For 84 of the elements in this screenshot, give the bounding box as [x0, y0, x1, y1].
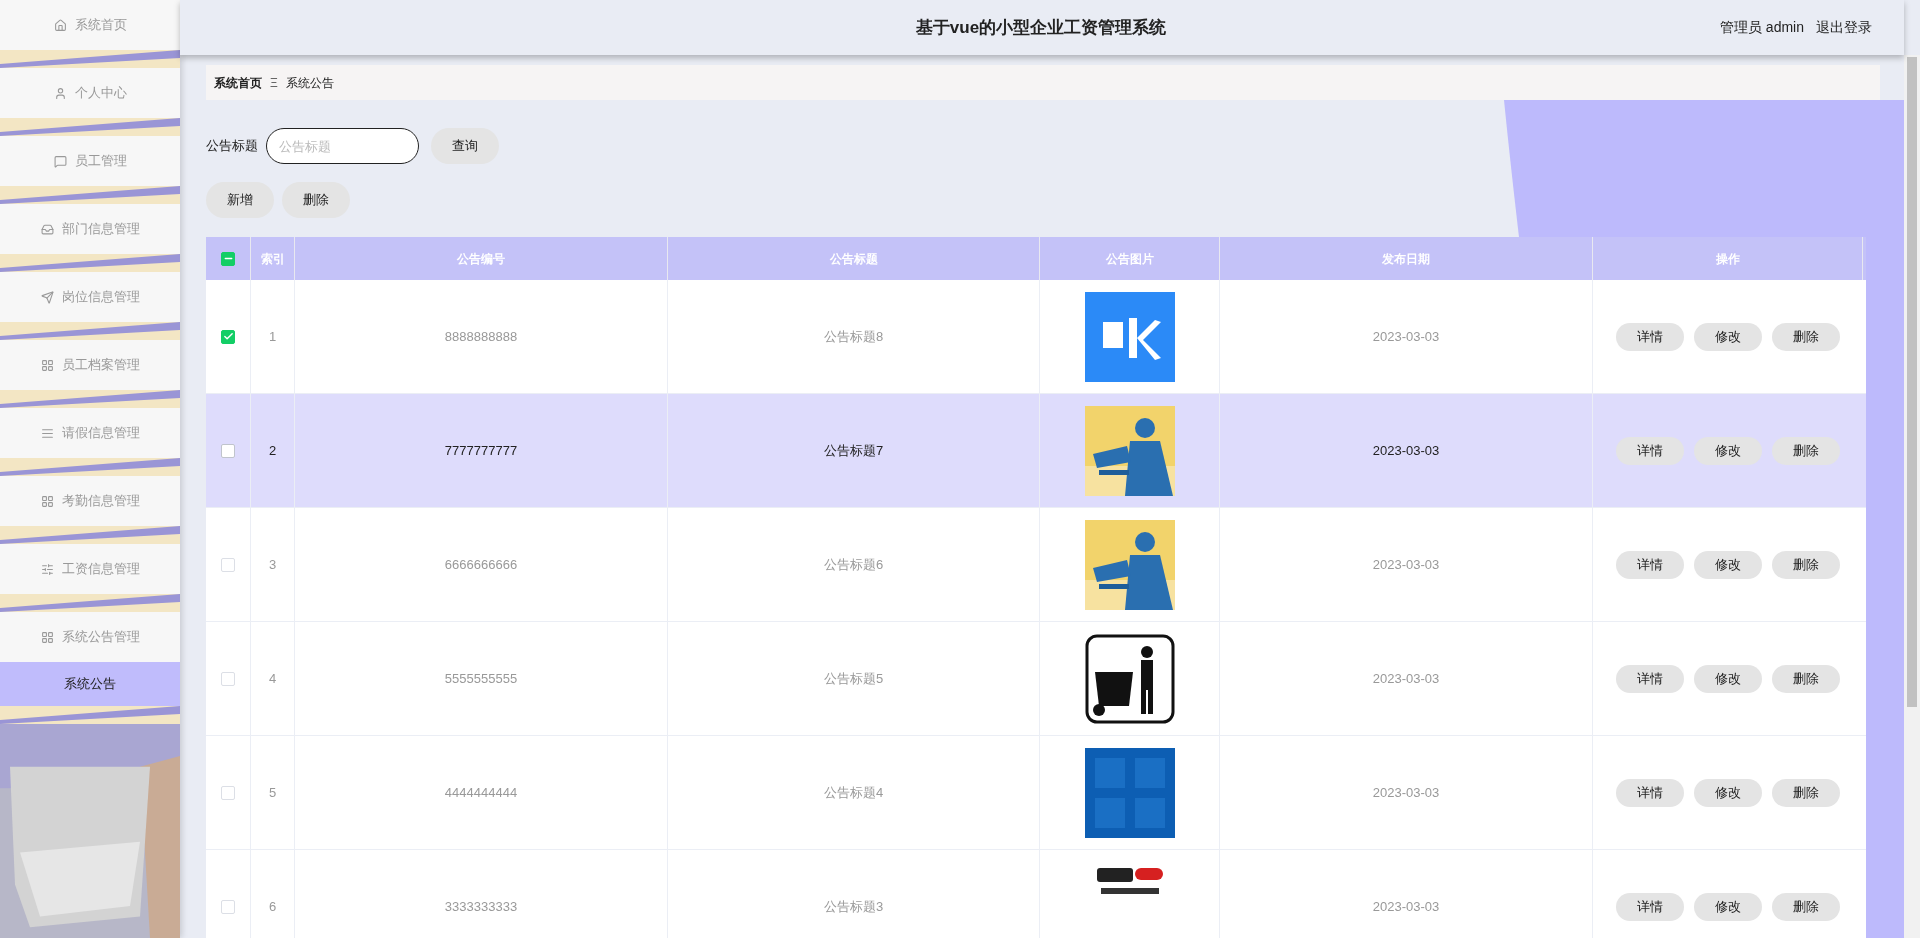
table-cell-text: 2 — [268, 441, 277, 460]
edit-button[interactable]: 修改 — [1694, 778, 1762, 807]
table-cell-text: 4 — [268, 669, 277, 688]
delete-button[interactable]: 删除 — [282, 182, 350, 218]
table-cell-text: 5555555555 — [444, 669, 518, 688]
table-cell-text: 公告标题5 — [823, 669, 884, 688]
table-cell-text: 1 — [268, 327, 277, 346]
table-cell-text: 7777777777 — [444, 441, 518, 460]
table-cell-text: 公告标题7 — [823, 441, 884, 460]
checkbox[interactable] — [221, 443, 235, 458]
edit-button[interactable]: 修改 — [1694, 550, 1762, 579]
table-cell-text: 2023-03-03 — [1372, 555, 1440, 574]
table-row[interactable]: 3 6666666666 公告标题6 2023-03-03 详情 修改 删除 — [206, 508, 1866, 622]
column-header: 公告编号 — [457, 250, 505, 268]
table-cell-text: 公告标题4 — [823, 783, 884, 802]
table-cell-text: 5 — [268, 783, 277, 802]
grid-icon — [40, 494, 54, 508]
paper-plane-icon — [40, 290, 54, 304]
delete-button[interactable]: 删除 — [1772, 664, 1840, 693]
table-row[interactable]: 5 4444444444 公告标题4 2023-03-03 详情 修改 删除 — [206, 736, 1866, 850]
delete-button[interactable]: 删除 — [1772, 892, 1840, 921]
details-button[interactable]: 详情 — [1616, 436, 1684, 465]
checkbox[interactable] — [221, 671, 235, 686]
checkbox[interactable] — [221, 557, 235, 572]
search-label: 公告标题 — [206, 137, 258, 156]
table-cell-text: 2023-03-03 — [1372, 897, 1440, 916]
table-row[interactable]: 2 7777777777 公告标题7 2023-03-03 详情 修改 删除 — [206, 394, 1866, 508]
delete-button[interactable]: 删除 — [1772, 550, 1840, 579]
breadcrumb-item[interactable]: 系统公告 — [285, 73, 334, 92]
table-cell-text: 8888888888 — [444, 327, 518, 346]
table-cell-text: 公告标题6 — [823, 555, 884, 574]
grid-icon — [40, 630, 54, 644]
table-cell-text: 4444444444 — [444, 783, 518, 802]
table-cell-text: 3 — [268, 555, 277, 574]
column-header: 公告图片 — [1105, 250, 1154, 268]
sliders-icon — [40, 562, 54, 576]
scrollbar[interactable] — [1904, 55, 1920, 938]
grid-icon — [40, 358, 54, 372]
edit-button[interactable]: 修改 — [1694, 322, 1762, 351]
details-button[interactable]: 详情 — [1616, 550, 1684, 579]
edit-button[interactable]: 修改 — [1694, 892, 1762, 921]
chat-icon — [53, 154, 67, 168]
delete-button[interactable]: 删除 — [1772, 778, 1840, 807]
details-button[interactable]: 详情 — [1616, 892, 1684, 921]
table-cell-text: 3333333333 — [444, 897, 518, 916]
table-cell-text: 2023-03-03 — [1372, 783, 1440, 802]
column-header: 操作 — [1715, 250, 1740, 268]
edit-button[interactable]: 修改 — [1694, 436, 1762, 465]
table-row[interactable]: 1 8888888888 公告标题8 2023-03-03 详情 修改 删除 — [206, 280, 1866, 394]
checkbox[interactable] — [221, 899, 235, 914]
table-cell-text: 2023-03-03 — [1372, 669, 1440, 688]
logout-link[interactable]: 退出登录 — [1816, 17, 1872, 38]
breadcrumb-item[interactable]: 系统首页 — [214, 73, 262, 92]
table-row[interactable]: 4 5555555555 公告标题5 2023-03-03 详情 修改 删除 — [206, 622, 1866, 736]
check-icon — [222, 331, 234, 342]
search-field[interactable]: 公告标题 — [266, 128, 419, 164]
breadcrumb-separator: Ξ — [270, 74, 278, 92]
checkbox[interactable] — [221, 785, 235, 800]
search-button[interactable]: 查询 — [431, 128, 499, 164]
details-button[interactable]: 详情 — [1616, 322, 1684, 351]
column-header: 公告标题 — [829, 250, 878, 268]
delete-button[interactable]: 删除 — [1772, 436, 1840, 465]
details-button[interactable]: 详情 — [1616, 664, 1684, 693]
table-cell-text: 6666666666 — [444, 555, 518, 574]
table-cell-text: 2023-03-03 — [1372, 327, 1440, 346]
column-header: 发布日期 — [1382, 250, 1430, 268]
column-header: 索引 — [260, 250, 285, 268]
tray-icon — [40, 222, 54, 236]
delete-button[interactable]: 删除 — [1772, 322, 1840, 351]
checkbox[interactable] — [221, 329, 235, 344]
user-icon — [53, 86, 67, 100]
checkbox[interactable] — [221, 251, 235, 266]
home-icon — [53, 18, 67, 32]
app-title: 基于vue的小型企业工资管理系统 — [915, 16, 1167, 39]
user-label: 管理员 admin — [1719, 18, 1804, 37]
edit-button[interactable]: 修改 — [1694, 664, 1762, 693]
add-button[interactable]: 新增 — [206, 182, 274, 218]
table-cell-text: 2023-03-03 — [1372, 441, 1440, 460]
sidebar-subitem[interactable]: 系统公告 — [0, 662, 180, 706]
table-cell-text: 6 — [268, 897, 277, 916]
table-cell-text: 公告标题3 — [823, 897, 884, 916]
details-button[interactable]: 详情 — [1616, 778, 1684, 807]
list-icon — [40, 426, 54, 440]
table-cell-text: 公告标题8 — [823, 327, 884, 346]
